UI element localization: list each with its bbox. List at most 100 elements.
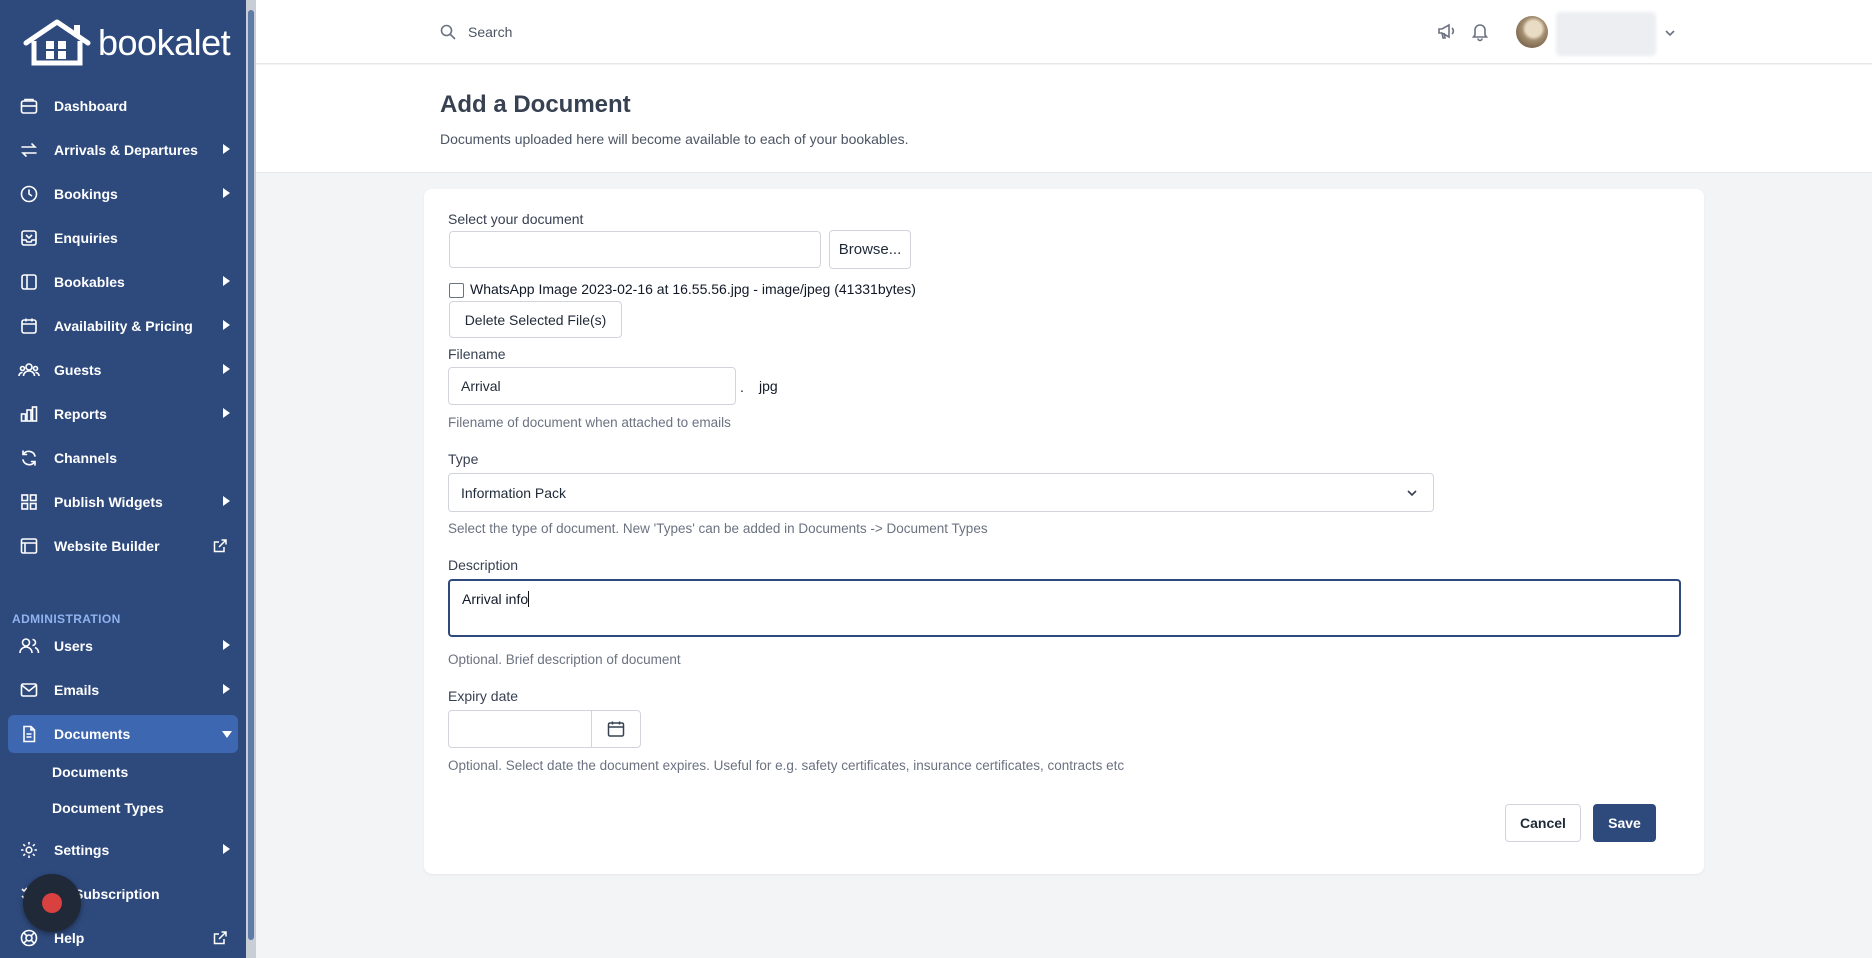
text-caret	[528, 591, 530, 607]
calendar-icon	[18, 315, 40, 337]
nav-label: Arrivals & Departures	[54, 142, 198, 158]
clock-icon	[18, 183, 40, 205]
delete-selected-files-button[interactable]: Delete Selected File(s)	[449, 301, 622, 338]
cancel-button[interactable]: Cancel	[1505, 804, 1581, 842]
document-form-card: Select your document Browse... WhatsApp …	[424, 189, 1704, 874]
user-icon	[18, 635, 40, 657]
nav-label: Users	[54, 638, 93, 654]
filename-help-text: Filename of document when attached to em…	[448, 415, 731, 430]
subnav-documents[interactable]: Documents	[52, 764, 128, 780]
nav-users[interactable]: Users	[8, 627, 238, 665]
file-select-checkbox[interactable]	[449, 283, 464, 298]
expiry-date-input[interactable]	[448, 710, 592, 748]
house-logo-icon	[23, 19, 91, 66]
file-path-input[interactable]	[449, 231, 821, 268]
nav-enquiries[interactable]: Enquiries	[8, 219, 238, 257]
nav-label: Subscription	[74, 886, 160, 902]
nav-settings[interactable]: Settings	[8, 831, 238, 869]
brand-name: bookalet	[98, 22, 231, 63]
description-textarea[interactable]: Arrival info	[448, 579, 1681, 637]
save-button[interactable]: Save	[1593, 804, 1656, 842]
grid-icon	[18, 491, 40, 513]
megaphone-icon[interactable]	[1436, 20, 1458, 45]
description-label: Description	[448, 557, 519, 573]
nav-label: Channels	[54, 450, 118, 466]
nav-label: Availability & Pricing	[54, 318, 193, 334]
caret-right-icon	[223, 188, 230, 198]
nav-label: Emails	[54, 682, 100, 698]
nav-reports[interactable]: Reports	[8, 395, 238, 433]
record-dot-icon	[42, 893, 62, 913]
chevron-down-icon[interactable]	[1664, 26, 1676, 42]
caret-right-icon	[223, 144, 230, 154]
select-document-label: Select your document	[448, 211, 584, 227]
nav-label: Guests	[54, 362, 102, 378]
nav-publish-widgets[interactable]: Publish Widgets	[8, 483, 238, 521]
bell-icon[interactable]	[1469, 20, 1491, 45]
avatar[interactable]	[1516, 16, 1548, 48]
type-select-value: Information Pack	[461, 484, 567, 501]
page-title: Add a Document	[440, 91, 631, 118]
gear-icon	[18, 839, 40, 861]
nav-label: Documents	[54, 726, 131, 742]
filename-dot: .	[740, 379, 744, 395]
search-icon	[440, 24, 456, 43]
nav-emails[interactable]: Emails	[8, 671, 238, 709]
filename-input[interactable]	[448, 367, 736, 405]
description-value: Arrival info	[462, 591, 529, 607]
chevron-down-icon	[1405, 486, 1419, 503]
browser-icon	[18, 535, 40, 557]
nav-guests[interactable]: Guests	[8, 351, 238, 389]
expiry-date-picker-button[interactable]	[591, 710, 641, 748]
nav-bookings[interactable]: Bookings	[8, 175, 238, 213]
caret-right-icon	[223, 320, 230, 330]
lifebuoy-icon	[18, 927, 40, 949]
caret-right-icon	[223, 276, 230, 286]
nav-arrivals-departures[interactable]: Arrivals & Departures	[8, 131, 238, 169]
external-link-icon	[212, 538, 228, 557]
nav-label: Enquiries	[54, 230, 118, 246]
caret-down-icon	[222, 731, 232, 738]
nav-label: Dashboard	[54, 98, 128, 114]
nav-documents[interactable]: Documents	[8, 715, 238, 753]
nav-channels[interactable]: Channels	[8, 439, 238, 477]
description-help-text: Optional. Brief description of document	[448, 652, 681, 667]
sidebar: bookalet Dashboard Arrivals & Departures…	[0, 0, 246, 958]
filename-label: Filename	[448, 346, 506, 362]
dashboard-icon	[18, 95, 40, 117]
record-button[interactable]	[23, 874, 81, 932]
filename-extension: jpg	[759, 378, 778, 394]
mail-icon	[18, 679, 40, 701]
nav-label: Help	[54, 930, 85, 946]
nav-website-builder[interactable]: Website Builder	[8, 527, 238, 565]
caret-right-icon	[223, 640, 230, 650]
user-name-redacted[interactable]	[1556, 12, 1656, 56]
document-icon	[18, 723, 40, 745]
nav-dashboard[interactable]: Dashboard	[8, 87, 238, 125]
users-icon	[18, 359, 40, 381]
caret-right-icon	[223, 364, 230, 374]
chart-icon	[18, 403, 40, 425]
nav-label: Bookables	[54, 274, 125, 290]
brand-logo[interactable]: bookalet	[22, 18, 231, 68]
nav-label: Reports	[54, 406, 107, 422]
browse-button[interactable]: Browse...	[829, 230, 911, 269]
top-bar	[256, 0, 1872, 64]
nav-bookables[interactable]: Bookables	[8, 263, 238, 301]
caret-right-icon	[223, 496, 230, 506]
subnav-document-types[interactable]: Document Types	[52, 800, 164, 816]
external-link-icon	[212, 930, 228, 949]
type-help-text: Select the type of document. New 'Types'…	[448, 521, 988, 536]
inbox-icon	[18, 227, 40, 249]
nav-label: Website Builder	[54, 538, 160, 554]
nav-availability-pricing[interactable]: Availability & Pricing	[8, 307, 238, 345]
nav-label: Bookings	[54, 186, 118, 202]
admin-section-label: ADMINISTRATION	[12, 612, 121, 626]
book-icon	[18, 271, 40, 293]
search-input[interactable]	[468, 20, 868, 44]
nav-label: Publish Widgets	[54, 494, 163, 510]
caret-right-icon	[223, 408, 230, 418]
sidebar-scrollbar-thumb[interactable]	[248, 10, 254, 940]
expiry-date-help-text: Optional. Select date the document expir…	[448, 758, 1125, 773]
type-select[interactable]: Information Pack	[448, 473, 1434, 512]
